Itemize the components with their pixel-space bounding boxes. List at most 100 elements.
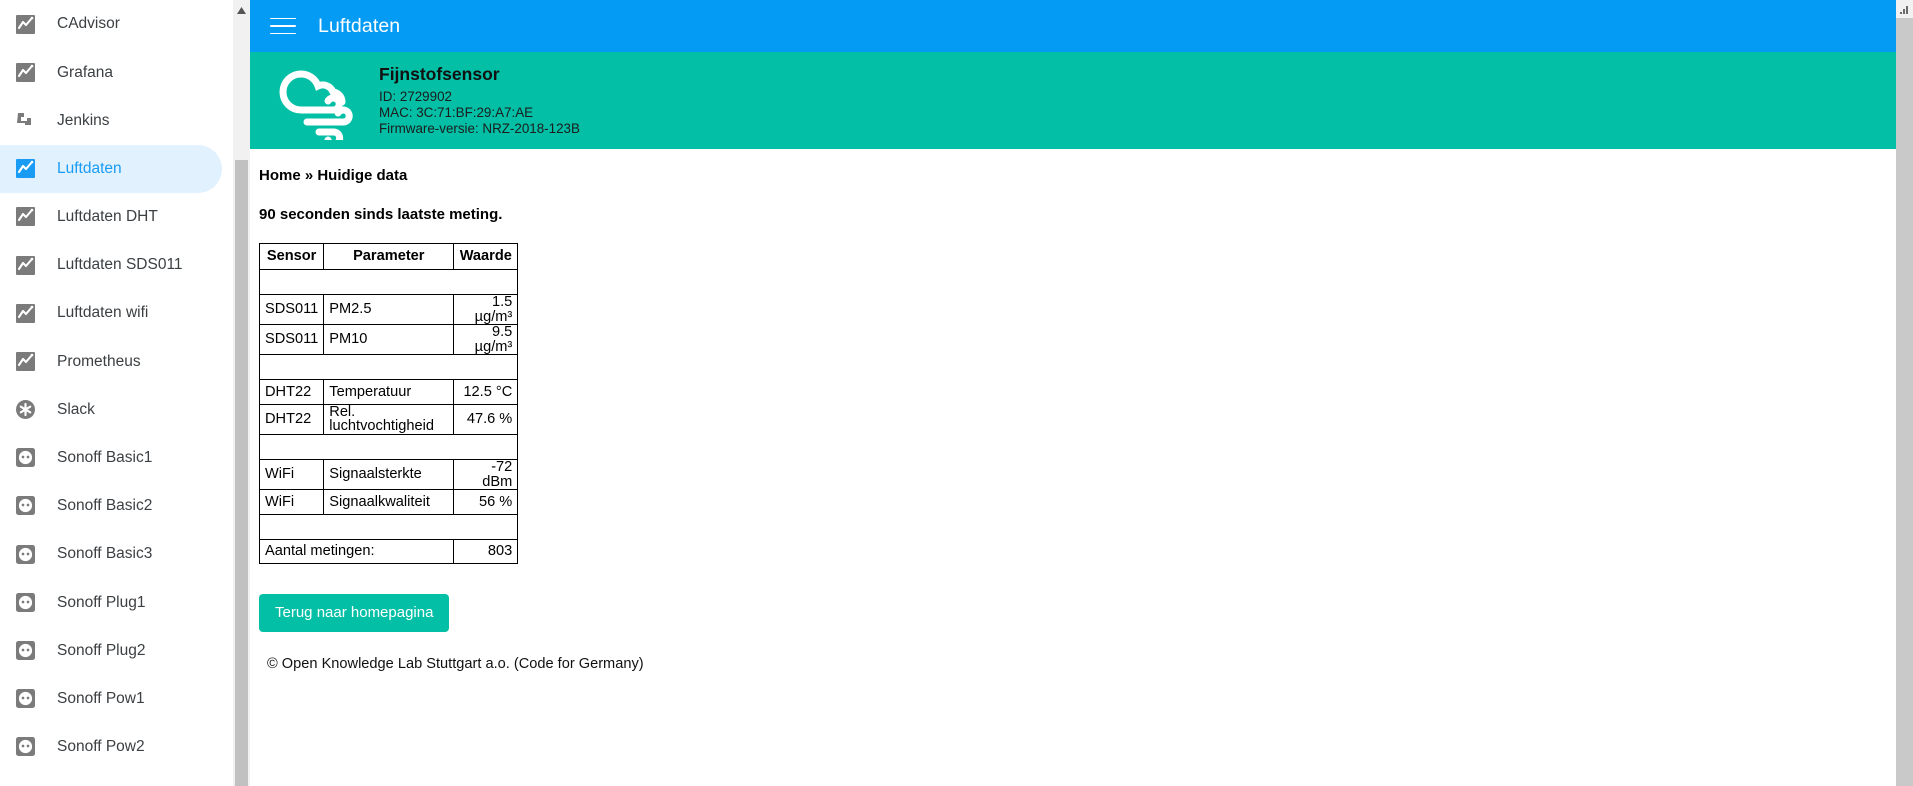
sidebar-item-label: Sonoff Basic2 — [57, 497, 153, 515]
table-row: DHT22 Rel. luchtvochtigheid 47.6 % — [258, 403, 519, 436]
table-cell-value: 47.6 % — [453, 403, 519, 436]
table-spacer-cell — [258, 354, 519, 381]
socket-icon — [14, 543, 36, 565]
table-cell-parameter: Rel. luchtvochtigheid — [323, 403, 455, 436]
table-row: DHT22 Temperatuur 12.5 °C — [258, 379, 519, 405]
socket-icon — [14, 736, 36, 758]
window-scrollbar-track[interactable] — [1896, 18, 1913, 786]
table-row: WiFi Signaalkwaliteit 56 % — [258, 489, 519, 515]
main-content: Luftdaten Fijnstofsensor ID: 2729902 MAC… — [250, 0, 1913, 786]
table-cell-value: 1.5 µg/m³ — [453, 293, 519, 326]
chart-icon — [14, 61, 36, 83]
sidebar-item-label: Luftdaten DHT — [57, 208, 158, 226]
sidebar-item-label: Sonoff Plug2 — [57, 641, 146, 659]
table-column-header: Parameter — [323, 243, 455, 270]
chart-icon — [14, 158, 36, 180]
socket-icon — [14, 591, 36, 613]
table-column-header: Waarde — [453, 243, 519, 270]
sensor-firmware: Firmware-versie: NRZ-2018-123B — [379, 120, 580, 136]
table-cell-value: 9.5 µg/m³ — [453, 324, 519, 356]
table-header: Sensor Parameter Waarde — [258, 243, 519, 270]
scroll-up-arrow-icon[interactable] — [233, 3, 250, 17]
sidebar-item-label: Sonoff Basic1 — [57, 449, 153, 467]
app-window: CAdvisor Grafana Jenkins Luftdaten Luftdaten… — [0, 0, 1913, 786]
sidebar-scrollbar[interactable] — [233, 0, 250, 786]
table-cell-sensor: DHT22 — [258, 379, 325, 405]
table-spacer-row — [258, 354, 519, 381]
sidebar-item-sonoff-plug1[interactable]: Sonoff Plug1 — [0, 578, 222, 626]
sensor-info: Fijnstofsensor ID: 2729902 MAC: 3C:71:BF… — [379, 65, 580, 136]
sidebar: CAdvisor Grafana Jenkins Luftdaten Luftdaten… — [0, 0, 233, 786]
sidebar-item-luftdaten-wifi[interactable]: Luftdaten wifi — [0, 289, 222, 337]
app-bar: Luftdaten — [250, 0, 1913, 52]
chart-icon — [14, 302, 36, 324]
table-body: SDS011 PM2.5 1.5 µg/m³ SDS011 PM10 9.5 µg/m³ D… — [258, 269, 519, 565]
table-cell-sensor: WiFi — [258, 459, 325, 491]
sidebar-item-sonoff-basic1[interactable]: Sonoff Basic1 — [0, 434, 222, 482]
sidebar-item-label: Sonoff Pow2 — [57, 738, 145, 756]
sensor-banner: Fijnstofsensor ID: 2729902 MAC: 3C:71:BF… — [250, 52, 1913, 149]
sidebar-item-label: Luftdaten — [57, 159, 122, 177]
sidebar-item-label: Sonoff Basic3 — [57, 545, 153, 563]
hamburger-icon[interactable] — [270, 15, 296, 37]
last-measurement-text: 90 seconden sinds laatste meting. — [259, 206, 503, 223]
table-cell-sensor: SDS011 — [258, 324, 325, 356]
sidebar-item-prometheus[interactable]: Prometheus — [0, 337, 222, 385]
sidebar-item-cadvisor[interactable]: CAdvisor — [0, 0, 222, 48]
sidebar-item-label: Sonoff Pow1 — [57, 689, 145, 707]
sidebar-item-sonoff-pow1[interactable]: Sonoff Pow1 — [0, 675, 222, 723]
sidebar-item-label: Luftdaten SDS011 — [57, 256, 183, 274]
table-column-header: Sensor — [258, 243, 325, 270]
sidebar-item-label: Luftdaten wifi — [57, 304, 149, 322]
chart-icon — [14, 254, 36, 276]
sensor-data-table: Sensor Parameter Waarde SDS011 PM2.5 1.5 µg/… — [258, 243, 519, 565]
sidebar-item-luftdaten[interactable]: Luftdaten — [0, 144, 222, 193]
total-measurements-label: Aantal metingen: — [258, 538, 455, 565]
back-to-homepage-button[interactable]: Terug naar homepagina — [259, 594, 450, 633]
sidebar-item-label: Grafana — [57, 63, 114, 81]
sidebar-item-sonoff-basic2[interactable]: Sonoff Basic2 — [0, 482, 222, 530]
sidebar-item-sonoff-plug2[interactable]: Sonoff Plug2 — [0, 626, 222, 674]
table-row: SDS011 PM10 9.5 µg/m³ — [258, 324, 519, 356]
scrollbar-thumb[interactable] — [235, 160, 248, 786]
table-cell-value: 56 % — [453, 489, 519, 515]
table-cell-sensor: DHT22 — [258, 403, 325, 436]
window-scrollbar[interactable] — [1896, 0, 1913, 786]
scroll-resize-icon[interactable] — [1896, 2, 1913, 18]
sidebar-item-label: Slack — [57, 400, 95, 418]
table-spacer-row — [258, 513, 519, 540]
socket-icon — [14, 495, 36, 517]
table-cell-sensor: SDS011 — [258, 293, 325, 326]
sidebar-item-luftdaten-sds011[interactable]: Luftdaten SDS011 — [0, 241, 222, 289]
sidebar-item-list: CAdvisor Grafana Jenkins Luftdaten Luftdaten… — [0, 0, 232, 771]
chart-icon — [14, 206, 36, 228]
table-cell-value: -72 dBm — [453, 459, 519, 491]
sidebar-item-label: Jenkins — [57, 111, 110, 129]
table-spacer-cell — [258, 269, 519, 295]
table-cell-parameter: PM10 — [323, 324, 455, 356]
sidebar-item-label: Sonoff Plug1 — [57, 593, 146, 611]
cloud-wind-icon — [267, 59, 367, 143]
table-cell-sensor: WiFi — [258, 489, 325, 515]
sidebar-item-slack[interactable]: Slack — [0, 386, 222, 434]
sidebar-item-sonoff-pow2[interactable]: Sonoff Pow2 — [0, 723, 222, 771]
chart-icon — [14, 350, 36, 372]
table-header-row: Sensor Parameter Waarde — [258, 243, 519, 270]
sidebar-item-luftdaten-dht[interactable]: Luftdaten DHT — [0, 193, 222, 241]
table-spacer-row — [258, 269, 519, 295]
app-bar-title: Luftdaten — [318, 14, 401, 37]
table-cell-parameter: Signaalsterkte — [323, 459, 455, 491]
table-spacer-cell — [258, 434, 519, 461]
table-cell-parameter: Signaalkwaliteit — [323, 489, 455, 515]
table-cell-parameter: Temperatuur — [323, 379, 455, 405]
sidebar-item-sonoff-basic3[interactable]: Sonoff Basic3 — [0, 530, 222, 578]
sensor-id: ID: 2729902 — [379, 88, 452, 104]
sidebar-item-jenkins[interactable]: Jenkins — [0, 96, 222, 144]
table-spacer-cell — [258, 513, 519, 540]
table-row: SDS011 PM2.5 1.5 µg/m³ — [258, 293, 519, 326]
sidebar-item-grafana[interactable]: Grafana — [0, 48, 222, 96]
total-measurements-value: 803 — [453, 538, 519, 565]
footer-text: © Open Knowledge Lab Stuttgart a.o. (Cod… — [267, 656, 644, 673]
chart-icon — [14, 13, 36, 35]
table-row: WiFi Signaalsterkte -72 dBm — [258, 459, 519, 491]
